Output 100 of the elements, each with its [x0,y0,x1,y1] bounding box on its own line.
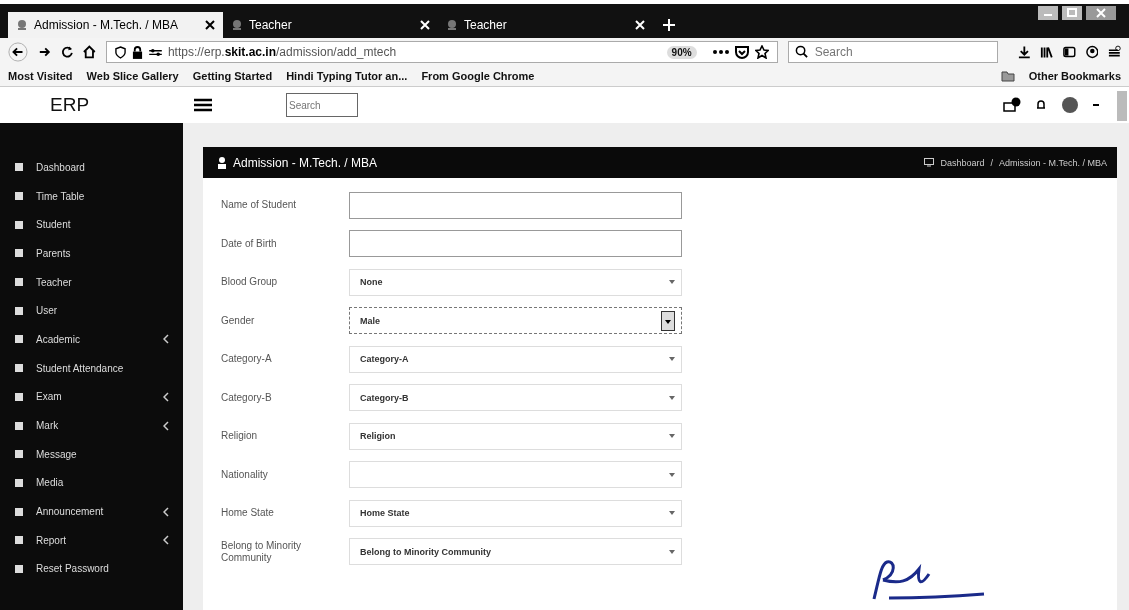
field-label: Category-A [221,353,273,366]
browser-tab[interactable]: Teacher [438,12,653,38]
input-field[interactable] [349,230,682,258]
favicon-icon [16,19,28,31]
sidebar-icon[interactable] [1062,45,1076,59]
monitor-icon [924,158,935,167]
menu-item-icon [14,248,24,259]
menu-item-icon [14,334,24,345]
maximize-icon[interactable] [1061,6,1083,20]
field-label: Blood Group [221,276,279,289]
dropdown-icon[interactable] [661,310,675,331]
select-field[interactable]: Category-B [349,384,682,412]
breadcrumb-separator: / [990,157,993,168]
sidebar-item[interactable]: Reset Password [14,554,183,584]
download-icon[interactable] [1017,45,1031,59]
app-logo: ERP [50,94,91,116]
close-icon[interactable] [1085,6,1117,20]
lock-icon [131,45,143,59]
forward-icon[interactable] [37,45,51,59]
sidebar-item[interactable]: Parents [14,239,183,268]
breadcrumb-link[interactable]: Dashboard [940,157,985,168]
bookmark-link[interactable]: From Google Chrome [421,70,535,82]
folder-icon [1000,70,1015,82]
bell-icon[interactable] [1035,99,1047,111]
menu-item-icon [14,506,24,517]
avatar-icon[interactable] [1061,96,1079,114]
menu-item-icon [14,563,24,574]
sidebar-item[interactable]: Report [14,525,183,555]
select-field[interactable]: Belong to Minority Community [349,538,682,566]
browser-search-field[interactable]: Search [787,41,998,63]
bookmark-link[interactable]: Hindi Typing Tutor an... [286,70,408,82]
sidebar-item[interactable]: Student [14,210,183,240]
browser-tab[interactable]: Admission - M.Tech. / MBA [8,12,223,38]
back-icon[interactable] [8,41,28,63]
star-icon[interactable] [754,45,769,59]
menu-item-icon [14,162,24,173]
select-field[interactable]: Religion [349,422,682,450]
bookmark-link[interactable]: Getting Started [192,70,273,82]
field-label: Religion [221,430,259,443]
minimize-icon[interactable] [1037,6,1059,20]
select-field[interactable]: Category-A [349,345,682,373]
bookmark-link[interactable]: Most Visited [8,70,73,82]
sidebar-item[interactable]: Message [14,439,183,469]
sidebar-item[interactable]: Teacher [14,267,183,297]
sidebar-item[interactable]: Academic [14,325,183,354]
browser-tab[interactable]: Teacher [223,12,438,38]
field-label: Belong to Minority Community [221,539,303,564]
sidebar-item[interactable]: Mark [14,411,183,440]
menu-item-icon [14,477,24,488]
address-bar[interactable]: https://erp.skit.ac.in/admission/add_mtech 90% [105,41,778,63]
menu-item-icon [14,277,24,288]
sidebar-item[interactable]: User [14,296,183,326]
pocket-icon[interactable] [734,45,749,59]
menu-item-icon [14,535,24,546]
sidebar-item[interactable]: Time Table [14,181,183,211]
sidebar-item[interactable]: Announcement [14,497,183,526]
menu-item-icon [14,391,24,402]
home-icon[interactable] [83,45,96,59]
breadcrumb-link[interactable]: Admission - M.Tech. / MBA [998,157,1107,168]
sidebar-item[interactable]: Student Attendance [14,353,183,383]
bookmark-link[interactable]: Other Bookmarks [1028,70,1121,82]
field-label: Category-B [221,391,273,404]
menu-item-icon [14,449,24,460]
menu-item-icon [14,305,24,316]
library-icon[interactable] [1040,45,1053,59]
menu-icon[interactable] [194,98,212,112]
bookmark-link[interactable]: Web Slice Gallery [86,70,179,82]
more-icon[interactable] [712,50,729,54]
select-field[interactable] [349,461,682,489]
user-icon [217,156,227,169]
select-field[interactable]: Male [349,307,682,335]
favicon-icon [446,19,458,31]
zoom-badge[interactable]: 90% [666,45,697,59]
menu-item-icon [14,219,24,230]
search-field[interactable]: Search [286,93,358,117]
menu-icon[interactable] [1108,45,1121,59]
account-icon[interactable] [1085,45,1099,59]
menu-item-icon [14,191,24,202]
input-field[interactable] [349,191,682,219]
field-label: Name of Student [221,199,298,212]
reload-icon[interactable] [60,45,74,59]
menu-item-icon [14,363,24,374]
mail-icon[interactable] [1003,97,1021,113]
search-icon [794,45,808,58]
close-icon[interactable] [205,20,215,30]
field-label: Date of Birth [221,237,278,250]
select-field[interactable]: None [349,268,682,296]
favicon-icon [231,19,243,31]
field-label: Nationality [221,468,269,481]
new-tab-icon[interactable] [663,19,675,31]
menu-item-icon [14,420,24,431]
shield-icon [114,45,126,59]
sidebar-item[interactable]: Media [14,468,183,498]
select-field[interactable]: Home State [349,499,682,527]
field-label: Home State [221,507,275,520]
scrollbar[interactable] [1117,91,1127,121]
sidebar-item[interactable]: Exam [14,382,183,412]
panel-title: Admission - M.Tech. / MBA [233,155,378,170]
sidebar-item[interactable]: Dashboard [14,153,183,182]
url-text: https://erp.skit.ac.in/admission/add_mtech [167,45,398,59]
